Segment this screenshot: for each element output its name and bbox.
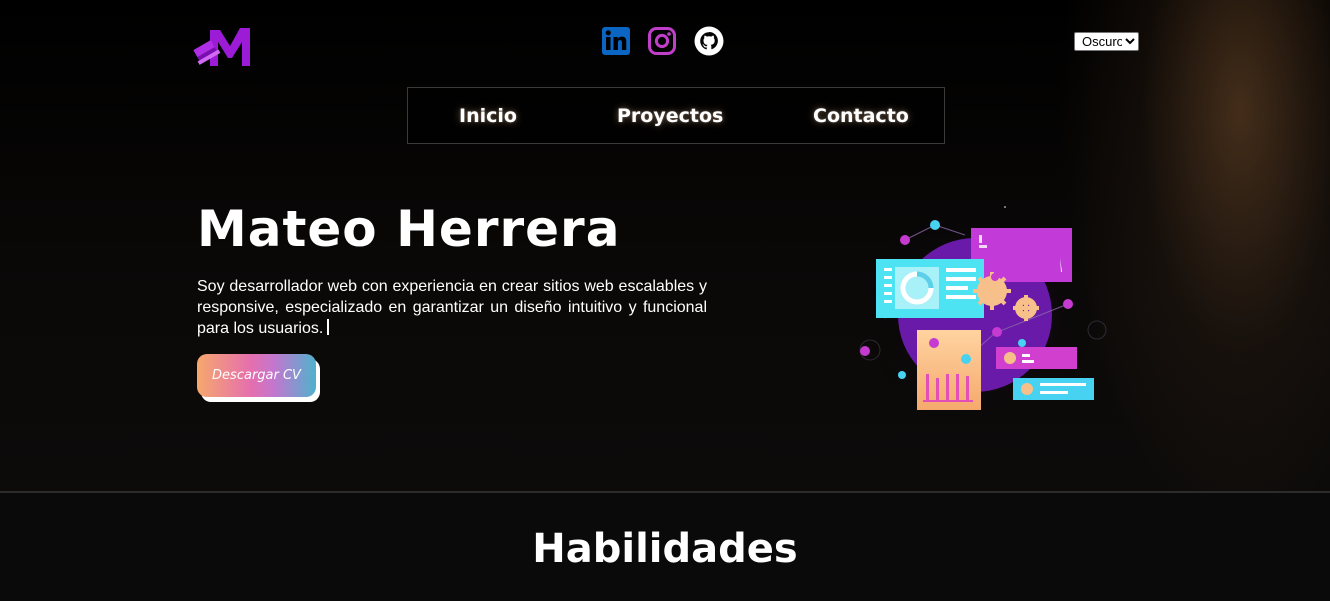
- skills-title: Habilidades: [532, 526, 798, 572]
- nav-item-inicio[interactable]: Inicio: [459, 105, 517, 127]
- linkedin-icon[interactable]: [601, 26, 631, 56]
- hero-description-text: Soy desarrollador web con experiencia en…: [197, 278, 707, 337]
- instagram-icon[interactable]: [647, 26, 677, 56]
- typing-cursor: [327, 319, 330, 335]
- dashboard-illustration: [859, 200, 1107, 430]
- main-nav: Inicio Proyectos Contacto: [407, 87, 945, 144]
- theme-select[interactable]: Oscuro: [1074, 32, 1139, 51]
- hero-description: Soy desarrollador web con experiencia en…: [197, 276, 707, 339]
- brand-logo-icon[interactable]: [192, 22, 252, 70]
- page: Oscuro Inicio Proyectos Contacto Mateo H…: [0, 0, 1330, 601]
- github-icon[interactable]: [694, 26, 724, 56]
- nav-item-contacto[interactable]: Contacto: [813, 105, 909, 127]
- download-cv-button[interactable]: Descargar CV: [197, 354, 316, 397]
- hero-title: Mateo Herrera: [197, 200, 621, 258]
- nav-item-proyectos[interactable]: Proyectos: [617, 105, 723, 127]
